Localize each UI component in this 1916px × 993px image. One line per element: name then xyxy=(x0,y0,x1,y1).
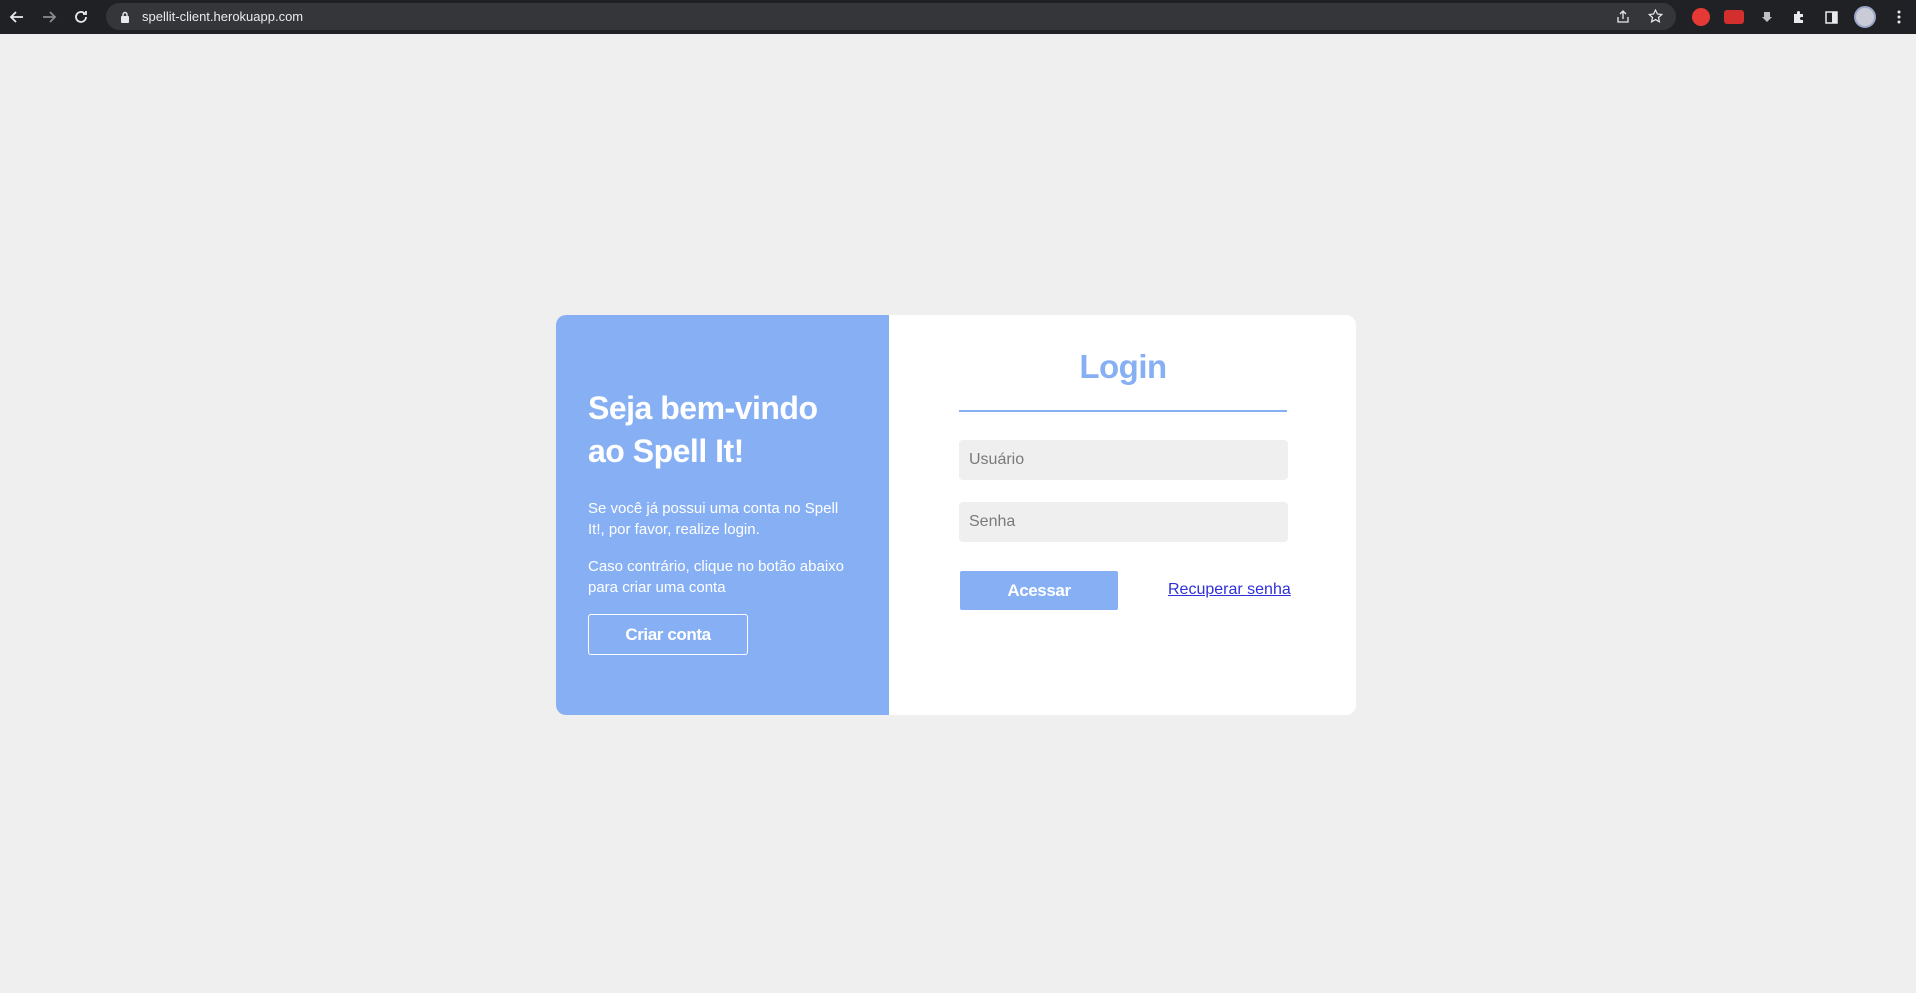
download-icon[interactable] xyxy=(1758,8,1776,26)
username-input[interactable] xyxy=(959,440,1288,480)
login-panel: Login Acessar Recuperar senha xyxy=(889,315,1356,715)
welcome-text: Se você já possui uma conta no Spell It!… xyxy=(588,500,839,538)
lock-icon xyxy=(118,10,132,24)
create-account-button[interactable]: Criar conta xyxy=(588,614,748,655)
back-icon[interactable] xyxy=(2,2,32,32)
url-text: spellit-client.herokuapp.com xyxy=(142,9,304,24)
share-icon[interactable] xyxy=(1614,8,1632,26)
reload-icon[interactable] xyxy=(66,2,96,32)
login-card: Seja bem-vindo ao Spell It! Se você já p… xyxy=(556,315,1356,715)
recover-password-link[interactable]: Recuperar senha xyxy=(1168,581,1291,599)
login-title: Login xyxy=(1079,348,1167,385)
title-divider xyxy=(959,410,1287,412)
menu-kebab-icon[interactable] xyxy=(1890,8,1908,26)
create-account-hint: Caso contrário, clique no botão abaixo p… xyxy=(588,558,844,596)
extension-red-play-icon[interactable] xyxy=(1724,10,1744,24)
address-bar[interactable]: spellit-client.herokuapp.com xyxy=(106,3,1676,30)
password-input[interactable] xyxy=(959,502,1288,542)
side-panel-icon[interactable] xyxy=(1822,8,1840,26)
forward-icon[interactable] xyxy=(34,2,64,32)
login-submit-button[interactable]: Acessar xyxy=(960,571,1118,610)
profile-avatar[interactable] xyxy=(1854,6,1876,28)
welcome-title: Seja bem-vindo ao Spell It! xyxy=(588,390,818,469)
welcome-panel: Seja bem-vindo ao Spell It! Se você já p… xyxy=(556,315,889,715)
bookmark-star-icon[interactable] xyxy=(1646,8,1664,26)
browser-toolbar: spellit-client.herokuapp.com xyxy=(0,0,1916,34)
extension-red-hand-icon[interactable] xyxy=(1692,8,1710,26)
puzzle-extensions-icon[interactable] xyxy=(1790,8,1808,26)
